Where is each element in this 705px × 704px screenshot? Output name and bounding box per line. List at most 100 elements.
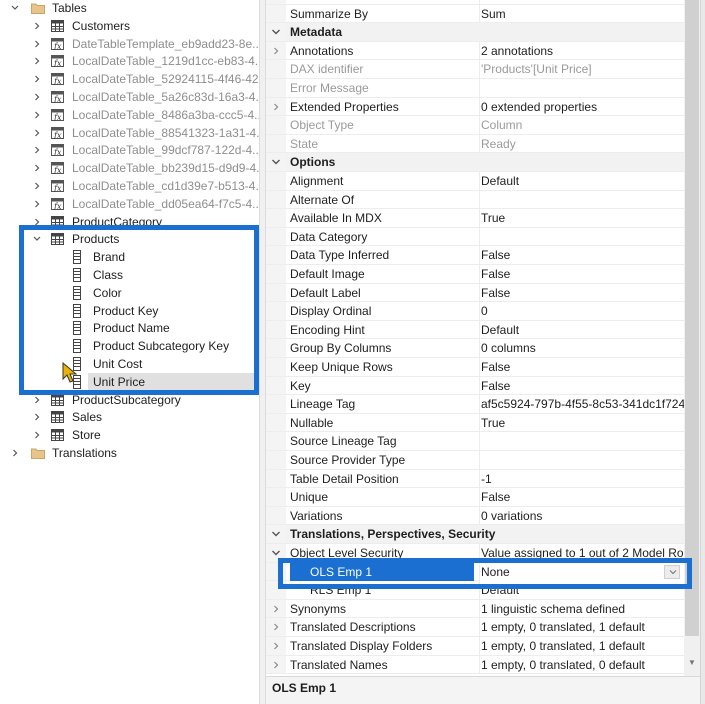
property-category[interactable]: Translations, Perspectives, Security [266, 525, 684, 544]
tree-item[interactable]: Store [0, 426, 259, 444]
tree-item[interactable]: Product Key [0, 302, 259, 320]
chevron-right-icon[interactable] [266, 599, 286, 618]
chevron-right-icon[interactable] [32, 124, 42, 142]
tree-item[interactable]: Sales [0, 408, 259, 426]
chevron-right-icon[interactable] [32, 70, 42, 88]
tree-item[interactable]: ProductSubcategory [0, 391, 259, 409]
tree-item[interactable]: fx DateTableTemplate_eb9add23-8e... [0, 35, 259, 53]
property-row[interactable]: Data Type Inferred False [266, 246, 684, 265]
panel-splitter[interactable] [259, 0, 266, 704]
tree-item[interactable]: fx LocalDateTable_8486a3ba-ccc5-4... [0, 106, 259, 124]
chevron-right-icon[interactable] [32, 141, 42, 159]
chevron-down-icon[interactable] [266, 23, 286, 41]
tree-item[interactable]: Unit Cost [0, 355, 259, 373]
property-row[interactable]: Encoding Hint Default [266, 320, 684, 340]
chevron-right-icon[interactable] [32, 52, 42, 70]
property-row[interactable]: RLS Emp 1 Default [266, 581, 684, 600]
chevron-right-icon[interactable] [32, 17, 42, 35]
scrollbar-thumb[interactable] [685, 0, 699, 636]
chevron-right-icon[interactable] [32, 426, 42, 444]
tree-item[interactable]: fx LocalDateTable_5a26c83d-16a3-4... [0, 88, 259, 106]
property-row[interactable]: Data Category [266, 227, 684, 247]
tree-item[interactable]: Product Subcategory Key [0, 337, 259, 355]
dropdown-chevron-icon[interactable] [664, 564, 680, 579]
svg-text:fx: fx [53, 148, 62, 156]
property-name: Extended Properties [290, 99, 399, 114]
chevron-right-icon[interactable] [32, 159, 42, 177]
property-row[interactable]: Object Type Column [266, 116, 684, 135]
property-row[interactable]: Source Provider Type [266, 451, 684, 470]
tree-item[interactable]: Customers [0, 17, 259, 35]
property-row[interactable]: Key False [266, 376, 684, 396]
tree-item[interactable]: Product Name [0, 319, 259, 337]
chevron-right-icon[interactable] [32, 88, 42, 106]
row-gutter [266, 116, 286, 134]
property-row[interactable]: Variations 0 variations [266, 506, 684, 526]
chevron-right-icon[interactable] [32, 408, 42, 426]
property-row[interactable]: Extended Properties 0 extended properties [266, 97, 684, 117]
property-grid-scrollbar[interactable]: ▼ [684, 0, 700, 676]
tree-item[interactable]: Class [0, 266, 259, 284]
chevron-down-icon[interactable] [266, 544, 286, 562]
property-row[interactable]: Translated Names 1 empty, 0 translated, 0… [266, 655, 684, 675]
property-value-dropdown[interactable]: None [479, 562, 684, 581]
chevron-down-icon[interactable] [32, 230, 42, 248]
property-row[interactable]: Source Lineage Tag [266, 432, 684, 451]
chevron-right-icon[interactable] [266, 41, 286, 60]
property-row[interactable]: Keep Unique Rows False [266, 358, 684, 377]
property-row[interactable]: Table Detail Position -1 [266, 469, 684, 489]
property-row[interactable]: Group By Columns 0 columns [266, 339, 684, 358]
tree-item[interactable]: fx LocalDateTable_52924115-4f46-42... [0, 70, 259, 88]
property-row[interactable]: Default Label False [266, 283, 684, 303]
tree-item[interactable]: fx LocalDateTable_88541323-1a31-4... [0, 124, 259, 142]
property-row[interactable]: Summarize By Sum [266, 4, 684, 24]
tree-item[interactable]: Color [0, 284, 259, 302]
tree-item[interactable]: fx LocalDateTable_dd05ea64-f7c5-4... [0, 195, 259, 213]
chevron-down-icon[interactable] [266, 525, 286, 543]
tree-item-label: LocalDateTable_8486a3ba-ccc5-4... [72, 107, 259, 122]
property-row[interactable]: Alternate Of [266, 190, 684, 210]
chevron-right-icon[interactable] [266, 637, 286, 655]
property-row[interactable]: Translated Descriptions 1 empty, 0 transl… [266, 618, 684, 637]
chevron-right-icon[interactable] [266, 618, 286, 636]
property-category[interactable]: Options [266, 153, 684, 172]
chevron-down-icon[interactable] [10, 0, 20, 17]
chevron-right-icon[interactable] [266, 655, 286, 674]
tree-item[interactable]: Products [0, 230, 259, 248]
tree-item[interactable]: ProductCategory [0, 213, 259, 231]
property-row[interactable]: Error Message [266, 79, 684, 98]
tree-item[interactable]: Translations [0, 444, 259, 462]
chevron-right-icon[interactable] [32, 391, 42, 409]
property-row[interactable]: Display Ordinal 0 [266, 302, 684, 321]
tree-item[interactable]: Tables [0, 0, 259, 17]
property-row[interactable]: Translated Display Folders 1 empty, 0 tra… [266, 637, 684, 656]
tree-item[interactable]: fx LocalDateTable_1219d1cc-eb83-4... [0, 52, 259, 70]
property-row[interactable]: Synonyms 1 linguistic schema defined [266, 599, 684, 619]
chevron-right-icon[interactable] [32, 106, 42, 124]
chevron-down-icon[interactable] [266, 153, 286, 171]
property-row[interactable]: Nullable True [266, 413, 684, 433]
property-row[interactable]: Annotations 2 annotations [266, 41, 684, 61]
property-row[interactable]: Unique False [266, 488, 684, 507]
property-row[interactable]: Object Level Security Value assigned to 1… [266, 544, 684, 563]
property-row[interactable]: State Ready [266, 134, 684, 154]
property-row[interactable]: Alignment Default [266, 172, 684, 191]
property-row[interactable]: Lineage Tag af5c5924-797b-4f55-8c53-341dc… [266, 395, 684, 414]
chevron-right-icon[interactable] [32, 35, 42, 53]
tree-item[interactable]: fx LocalDateTable_bb239d15-d9d9-4... [0, 159, 259, 177]
tree-item[interactable]: Unit Price [73, 372, 254, 391]
property-row[interactable]: Available In MDX True [266, 209, 684, 228]
property-category[interactable]: Metadata [266, 23, 684, 42]
tree-item[interactable]: fx LocalDateTable_cd1d39e7-b513-4... [0, 177, 259, 195]
chevron-right-icon[interactable] [32, 195, 42, 213]
tree-item[interactable]: fx LocalDateTable_99dcf787-122d-4... [0, 141, 259, 159]
chevron-right-icon[interactable] [266, 97, 286, 116]
tree-item[interactable]: Brand [0, 248, 259, 266]
property-row[interactable]: DAX identifier 'Products'[Unit Price] [266, 60, 684, 79]
chevron-right-icon[interactable] [32, 177, 42, 195]
property-row[interactable]: Default Image False [266, 265, 684, 284]
chevron-right-icon[interactable] [32, 213, 42, 231]
property-row[interactable]: OLS Emp 1 None [266, 562, 684, 582]
scroll-down-arrow-icon[interactable]: ▼ [684, 656, 700, 670]
chevron-right-icon[interactable] [10, 444, 20, 462]
